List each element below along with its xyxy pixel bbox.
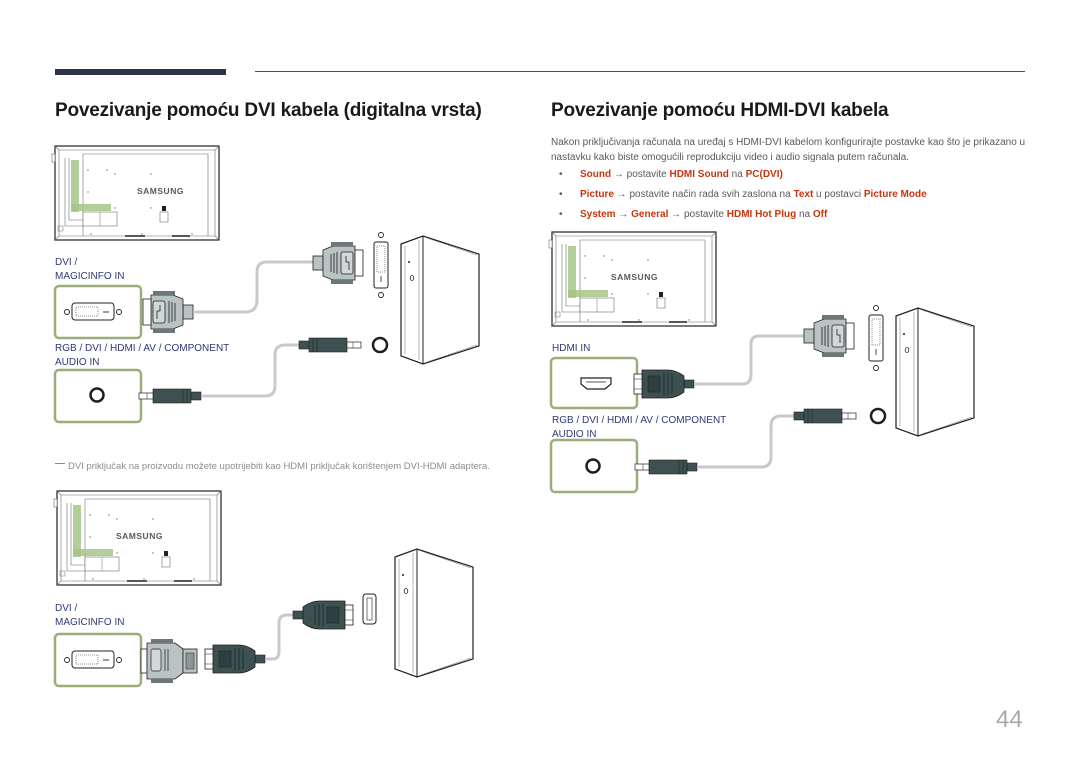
instruction-text: → postavite: [668, 209, 727, 220]
hdmi-dvi-connection-diagram: [549, 305, 975, 494]
screw-icon: [64, 309, 70, 315]
samsung-logo: SAMSUNG: [137, 186, 184, 196]
hdmi-plug-adapter-side: [204, 644, 266, 674]
audio-jack-icon: [89, 387, 105, 403]
hdmi-cable: [265, 613, 293, 661]
bullet-icon: •: [559, 189, 563, 200]
hdmi-plug-monitor-side: [633, 369, 695, 399]
menu-keyword: General: [631, 209, 669, 220]
pc-dvi-port-icon: [373, 232, 389, 298]
samsung-logo: SAMSUNG: [611, 272, 658, 282]
right-audio-label-line1: RGB / DVI / HDMI / AV / COMPONENT: [552, 415, 727, 426]
menu-keyword: Off: [812, 209, 828, 220]
instruction-text: → postavite: [611, 169, 670, 180]
instruction-text: na: [796, 209, 813, 220]
hdmi-plug-pc-side: [292, 600, 354, 630]
pc-tower-illustration: [400, 235, 480, 365]
menu-keyword: Picture: [580, 189, 614, 200]
menu-keyword: PC(DVI): [745, 169, 783, 180]
pc-dvi-port-icon: [868, 305, 884, 371]
dvi-hdmi-adapter: [140, 639, 198, 683]
audio-plug-pc-side: [793, 408, 857, 424]
menu-keyword: HDMI Sound: [669, 169, 729, 180]
settings-list-item: • Picture → postavite način rada svih zas…: [559, 185, 927, 205]
pc-hdmi-port-icon: [362, 593, 377, 625]
instruction-text: u postavci: [813, 189, 864, 200]
section-header-bar: [55, 69, 226, 75]
audio-plug-monitor-side: [138, 388, 202, 404]
hdmi-dvi-cable: [694, 334, 804, 386]
page-number: 44: [996, 706, 1023, 733]
screw-icon: [116, 309, 122, 315]
dvi-port-icon: [71, 650, 115, 669]
pc-audio-jack-icon: [371, 336, 389, 354]
instruction-text: na: [728, 169, 746, 180]
audio-port-label-line2: AUDIO IN: [55, 357, 100, 368]
adapter-note: DVI priključak na proizvodu možete upotr…: [55, 461, 490, 472]
pc-audio-jack-icon: [869, 407, 887, 425]
adapter-note-text: DVI priključak na proizvodu možete upotr…: [68, 461, 490, 472]
settings-list-item: • Sound → postavite HDMI Sound na PC(DVI): [559, 165, 927, 185]
pc-tower-illustration: [394, 548, 474, 678]
instruction-text: → postavite način rada svih zaslona na: [613, 189, 794, 200]
dvi-connection-diagram: [53, 232, 480, 424]
menu-keyword: Text: [793, 189, 814, 200]
menu-keyword: System: [580, 209, 616, 220]
menu-keyword: Sound: [580, 169, 612, 180]
menu-keyword: Picture Mode: [863, 189, 927, 200]
samsung-logo: SAMSUNG: [116, 531, 163, 541]
instruction-text: →: [615, 209, 632, 220]
note-dash-icon: [55, 462, 65, 465]
hdmi-port-icon: [580, 377, 612, 390]
dvi-cable: [193, 260, 313, 314]
section-header-rule: [255, 71, 1025, 72]
menu-keyword: HDMI Hot Plug: [726, 209, 797, 220]
audio-jack-icon: [585, 458, 601, 474]
intro-paragraph: Nakon priključivanja računala na uređaj …: [551, 137, 1026, 163]
dvi-plug-pc-side: [312, 241, 364, 285]
settings-list-item: • System → General → postavite HDMI Hot P…: [559, 205, 927, 225]
bullet-icon: •: [559, 169, 563, 180]
pc-tower-illustration: [895, 307, 975, 437]
dvi-plug-pc-side: [803, 314, 855, 358]
audio-port-label-line1: RGB / DVI / HDMI / AV / COMPONENT: [55, 343, 230, 354]
right-audio-label-line2: AUDIO IN: [552, 429, 597, 440]
settings-list: • Sound → postavite HDMI Sound na PC(DVI)…: [559, 165, 927, 225]
left-section-title: Povezivanje pomoću DVI kabela (digitalna…: [55, 100, 482, 121]
bullet-icon: •: [559, 209, 563, 220]
audio-plug-monitor-side: [634, 459, 698, 475]
dvi-port-icon: [71, 302, 115, 321]
adapter-connection-diagram: [53, 548, 474, 688]
right-section-title: Povezivanje pomoću HDMI-DVI kabela: [551, 100, 889, 121]
audio-plug-pc-side: [298, 337, 362, 353]
dvi-plug-monitor-side: [142, 290, 194, 334]
